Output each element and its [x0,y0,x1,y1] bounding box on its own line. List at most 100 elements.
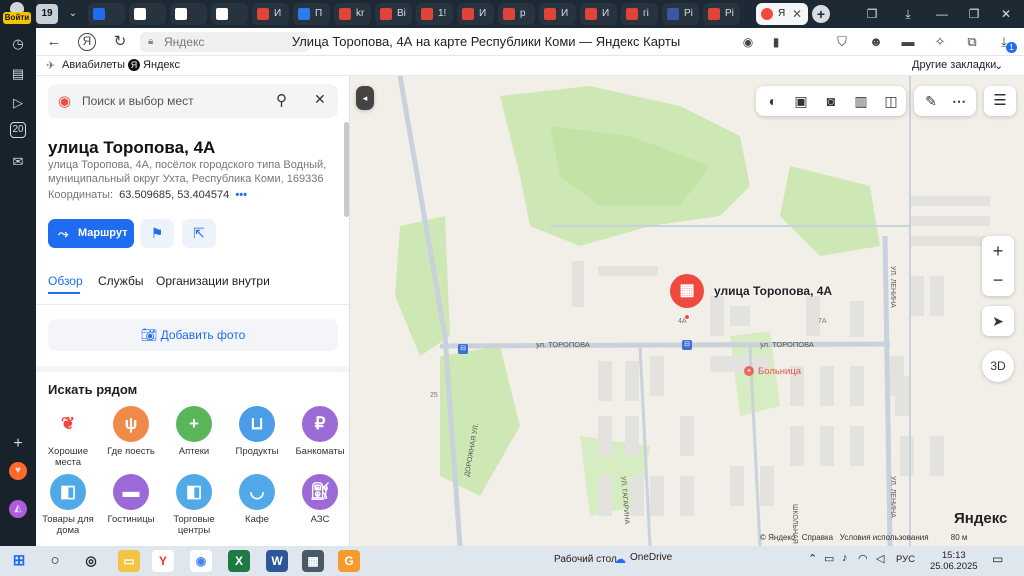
panorama-icon[interactable]: ▣ [792,92,810,110]
category-item[interactable]: ◡ Кафе [225,474,289,525]
close-tab-icon[interactable]: ✕ [792,3,802,25]
tab-1[interactable] [88,3,125,25]
language-indicator[interactable]: РУС [896,554,915,565]
category-item[interactable]: ▬ Гостиницы [99,474,163,525]
footer-terms[interactable]: Условия использования [840,533,929,542]
task-view-icon[interactable]: ◎ [80,550,102,572]
downloads-icon[interactable]: ⤓ [898,4,918,24]
history-icon[interactable]: ◷ [8,34,28,54]
back-arrow-icon[interactable]: ← [44,32,64,52]
profile-avatar-icon[interactable] [10,2,24,12]
network-icon[interactable]: ▭ [824,552,834,565]
url-field[interactable]: 🔒︎ Яндекс [140,32,310,52]
other-bookmarks[interactable]: Другие закладки [912,59,996,71]
chevron-down-icon[interactable]: ⌄ [994,59,1003,72]
zoom-out-button[interactable]: − [982,266,1014,296]
location-icon[interactable]: ◉ [738,32,758,52]
wifi-icon[interactable]: ◠ [858,552,868,565]
category-item[interactable]: ❦ Хорошие места [36,406,100,468]
chrome-icon[interactable]: ◉ [190,550,212,572]
panel-scrollbar[interactable] [344,122,349,217]
tab-16[interactable]: Рі [703,3,740,25]
calculator-icon[interactable]: ▦ [302,550,324,572]
hamburger-menu-icon[interactable]: ☰ [984,86,1016,116]
calendar-icon[interactable]: 20 [10,122,26,138]
tab-overview[interactable]: Обзор [48,274,83,288]
bus-stop-icon-2[interactable]: ⊟ [682,340,692,350]
alice-icon[interactable]: ◭ [9,500,27,518]
location-pin-icon[interactable]: ▦ [670,274,704,308]
desktop-toolbar-label[interactable]: Рабочий стол [554,554,617,565]
category-item[interactable]: + Аптеки [162,406,226,457]
tray-chevron-icon[interactable]: ⌃ [808,552,817,565]
bus-stop-icon[interactable]: ⊟ [458,344,468,354]
tab-13[interactable]: И [580,3,617,25]
tab-services[interactable]: Службы [98,274,143,288]
footer-help[interactable]: Справка [802,533,833,542]
notifications-icon[interactable]: ▭ [992,552,1003,566]
file-explorer-icon[interactable]: ▭ [118,550,140,572]
tab-5[interactable]: И [252,3,289,25]
more-menu-icon[interactable]: ⋯ [950,92,968,110]
tab-organizations[interactable]: Организации внутри [156,274,270,288]
reload-icon[interactable]: ↻ [110,32,130,52]
tab-2[interactable] [129,3,166,25]
view-3d-button[interactable]: 3D [982,350,1014,382]
login-button[interactable]: Войти [3,12,31,24]
search-input[interactable] [82,92,262,110]
tabs-overview-icon[interactable]: ❐ [862,4,882,24]
map-canvas[interactable]: ул. ТОРОПОВА ул. ТОРОПОВА УЛ. ГАГАРИНА У… [350,76,1024,546]
bookmark-yandex[interactable]: Яндекс [143,59,180,71]
tab-12[interactable]: И [539,3,576,25]
app-g-icon[interactable]: G [338,550,360,572]
camera-icon[interactable]: ◙ [822,92,840,110]
microphone-icon[interactable]: ♪ [842,552,848,564]
close-window-icon[interactable]: ✕ [996,4,1016,24]
add-photo-button[interactable]: 📷︎ Добавить фото [48,319,338,351]
zen-icon[interactable]: ♥ [9,462,27,480]
yandex-logo-icon[interactable]: Я [78,33,96,51]
tab-active[interactable]: Я ✕ [756,3,808,25]
bookmark-place-button[interactable]: ⚑ [140,219,174,248]
transit-bus-icon[interactable]: ▥ [852,92,870,110]
word-icon[interactable]: W [266,550,288,572]
tab-7[interactable]: kr [334,3,371,25]
geolocation-arrow-icon[interactable]: ➤ [982,306,1014,336]
add-panel-icon[interactable]: + [8,434,28,454]
clear-search-icon[interactable]: ✕ [314,91,326,108]
collections-icon[interactable]: ▤ [8,64,28,84]
maximize-icon[interactable]: ❐ [964,4,984,24]
tab-list-chevron-icon[interactable]: ⌄ [64,4,82,24]
messenger-icon[interactable]: ✉ [8,152,28,172]
minimize-icon[interactable]: — [932,4,952,24]
tab-6[interactable]: П [293,3,330,25]
tab-8[interactable]: Вi [375,3,412,25]
more-dots-icon[interactable]: ••• [235,189,247,201]
tab-9[interactable]: 1! [416,3,453,25]
excel-icon[interactable]: X [228,550,250,572]
search-taskbar-icon[interactable]: ○ [44,550,66,572]
tab-14[interactable]: гі [621,3,658,25]
map-layers-icon[interactable]: ◫ [882,92,900,110]
collections-add-icon[interactable]: ⧉ [962,32,982,52]
tab-3[interactable] [170,3,207,25]
footer-copyright[interactable]: © Яндекс [760,533,795,542]
share-button[interactable]: ⇱ [182,219,216,248]
collapse-panel-button[interactable]: ◂ [356,86,374,110]
tab-4[interactable] [211,3,248,25]
onedrive-label[interactable]: OneDrive [630,552,672,563]
layers-globe-icon[interactable]: ◐ [764,92,782,110]
bookmark-aviatickets[interactable]: Авиабилеты [62,59,125,71]
search-icon[interactable]: ⚲ [276,91,287,109]
category-item[interactable]: ⊔ Продукты [225,406,289,457]
tab-11[interactable]: р [498,3,535,25]
pin-label[interactable]: улица Торопова, 4А [714,284,832,298]
category-item[interactable]: ₽ Банкоматы [288,406,349,457]
category-item[interactable]: ◧ Товары для дома [36,474,100,536]
ruler-icon[interactable]: ✎ [922,92,940,110]
tab-15[interactable]: Рі [662,3,699,25]
category-item[interactable]: ⛽︎ АЗС [288,474,349,525]
extension-avatar-icon[interactable]: ☻ [866,32,886,52]
coordinates-value[interactable]: 63.509685, 53.404574 [119,189,229,201]
new-tab-button[interactable]: + [812,5,830,23]
